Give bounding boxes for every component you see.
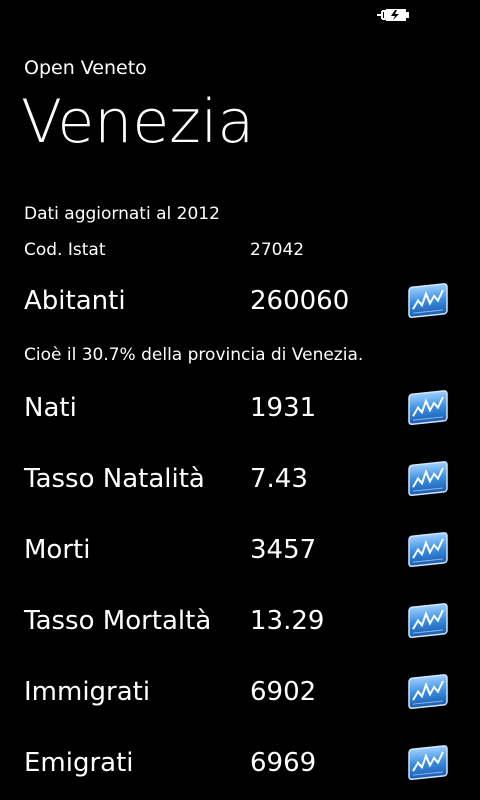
stat-row: Tasso Natalità 7.43 [0, 451, 480, 507]
stat-value: 260060 [250, 286, 350, 316]
chart-icon[interactable] [405, 385, 451, 429]
stat-row: Emigrati 6969 [0, 735, 480, 791]
battery-charging-icon [377, 9, 409, 21]
chart-icon[interactable] [405, 527, 451, 571]
chart-icon[interactable] [405, 456, 451, 500]
istat-code-label: Cod. Istat [24, 240, 106, 260]
stat-label: Tasso Natalità [24, 464, 205, 494]
chart-icon[interactable] [405, 669, 451, 713]
stat-label: Immigrati [24, 677, 151, 707]
chart-icon[interactable] [405, 740, 451, 784]
stat-row: Immigrati 6902 [0, 664, 480, 720]
stat-value: 1931 [250, 393, 317, 423]
istat-code-value: 27042 [250, 240, 305, 260]
page-title: Venezia [21, 87, 255, 157]
app-title: Open Veneto [24, 57, 147, 79]
status-bar [0, 0, 480, 30]
stat-label: Emigrati [24, 748, 134, 778]
chart-icon[interactable] [405, 598, 451, 642]
stat-row: Morti 3457 [0, 522, 480, 578]
stat-label: Tasso Mortaltà [24, 606, 212, 636]
stat-label: Morti [24, 535, 91, 565]
stat-label: Nati [24, 393, 77, 423]
stat-label: Abitanti [24, 286, 126, 316]
stat-row: Nati 1931 [0, 380, 480, 436]
chart-icon[interactable] [405, 278, 451, 322]
updated-date-text: Dati aggiornati al 2012 [24, 204, 220, 224]
stat-row: Tasso Mortaltà 13.29 [0, 593, 480, 649]
province-share-text: Cioè il 30.7% della provincia di Venezia… [24, 345, 364, 365]
stat-value: 6969 [250, 748, 317, 778]
stat-value: 7.43 [250, 464, 308, 494]
stat-value: 3457 [250, 535, 317, 565]
stat-value: 13.29 [250, 606, 325, 636]
stat-value: 6902 [250, 677, 317, 707]
stat-row: Abitanti 260060 [0, 273, 480, 329]
